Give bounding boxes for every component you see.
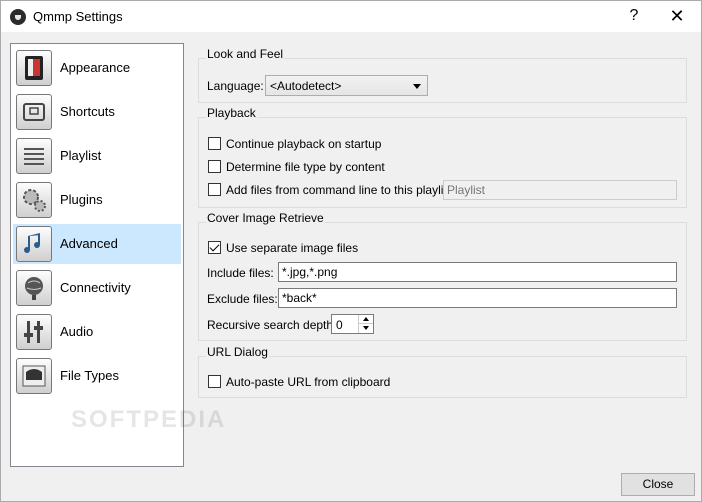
sidebar-item-label: Advanced — [60, 236, 118, 251]
sidebar-item-advanced[interactable]: Advanced — [13, 224, 181, 264]
connectivity-icon — [16, 270, 52, 306]
window-title: Qmmp Settings — [33, 9, 123, 24]
separate-images-label[interactable]: Use separate image files — [226, 241, 358, 255]
spin-up-icon[interactable] — [359, 315, 373, 324]
language-combobox[interactable]: <Autodetect> — [265, 75, 428, 96]
sidebar-item-shortcuts[interactable]: Shortcuts — [13, 92, 181, 132]
exclude-files-input[interactable] — [278, 288, 677, 308]
playback-group: Playback Continue playback on startup De… — [198, 106, 687, 208]
advanced-icon — [16, 226, 52, 262]
autopaste-checkbox[interactable] — [208, 375, 221, 388]
watermark: SOFTPEDIA — [71, 406, 227, 433]
sidebar-item-audio[interactable]: Audio — [13, 312, 181, 352]
sidebar-item-appearance[interactable]: Appearance — [13, 48, 181, 88]
group-title: URL Dialog — [206, 345, 269, 359]
search-depth-value: 0 — [336, 318, 343, 332]
look-and-feel-group: Look and Feel Language: <Autodetect> — [198, 47, 687, 103]
group-title: Look and Feel — [206, 47, 285, 61]
group-title: Cover Image Retrieve — [206, 211, 325, 225]
spin-buttons — [358, 315, 373, 333]
sidebar-item-connectivity[interactable]: Connectivity — [13, 268, 181, 308]
chevron-down-icon — [413, 84, 421, 89]
search-depth-spinbox[interactable]: 0 — [331, 314, 374, 334]
sidebar-item-file-types[interactable]: File Types — [13, 356, 181, 396]
settings-window: Qmmp Settings ? ✕ Appearance Shortcuts P… — [0, 0, 702, 502]
window-close-button[interactable]: ✕ — [657, 4, 697, 28]
include-files-input[interactable] — [278, 262, 677, 282]
shortcuts-icon — [16, 94, 52, 130]
sidebar-item-label: Audio — [60, 324, 94, 339]
separate-images-checkbox[interactable] — [208, 241, 221, 254]
audio-icon — [16, 314, 52, 350]
appearance-icon — [16, 50, 52, 86]
plugins-icon — [16, 182, 52, 218]
playlist-icon — [16, 138, 52, 174]
language-label: Language: — [207, 79, 264, 93]
qmmp-app-icon — [10, 9, 26, 25]
continue-playback-label[interactable]: Continue playback on startup — [226, 137, 381, 151]
add-files-label[interactable]: Add files from command line to this play… — [226, 183, 456, 197]
title-bar: Qmmp Settings ? ✕ — [1, 1, 701, 32]
autopaste-label[interactable]: Auto-paste URL from clipboard — [226, 375, 390, 389]
close-button[interactable]: Close — [621, 473, 695, 496]
search-depth-label: Recursive search depth: — [207, 318, 337, 332]
playlist-input[interactable] — [443, 180, 677, 200]
url-dialog-group: URL Dialog Auto-paste URL from clipboard — [198, 345, 687, 398]
add-files-checkbox[interactable] — [208, 183, 221, 196]
help-button[interactable]: ? — [621, 4, 647, 28]
include-files-label: Include files: — [207, 266, 274, 280]
cover-image-group: Cover Image Retrieve Use separate image … — [198, 211, 687, 341]
settings-sidebar: Appearance Shortcuts Playlist Plugins Ad… — [10, 43, 224, 467]
sidebar-item-label: File Types — [60, 368, 120, 383]
sidebar-item-label: Playlist — [60, 148, 102, 163]
sidebar-item-label: Shortcuts — [60, 104, 115, 119]
sidebar-item-label: Appearance — [60, 60, 131, 75]
file-types-icon — [16, 358, 52, 394]
exclude-files-label: Exclude files: — [207, 292, 278, 306]
sidebar-item-label: Connectivity — [60, 280, 131, 295]
sidebar-item-playlist[interactable]: Playlist — [13, 136, 181, 176]
spin-down-icon[interactable] — [359, 324, 373, 333]
continue-playback-checkbox[interactable] — [208, 137, 221, 150]
determine-type-label[interactable]: Determine file type by content — [226, 160, 385, 174]
sidebar-item-label: Plugins — [60, 192, 103, 207]
sidebar-item-plugins[interactable]: Plugins — [13, 180, 181, 220]
determine-type-checkbox[interactable] — [208, 160, 221, 173]
language-value: <Autodetect> — [270, 79, 342, 93]
group-title: Playback — [206, 106, 257, 120]
